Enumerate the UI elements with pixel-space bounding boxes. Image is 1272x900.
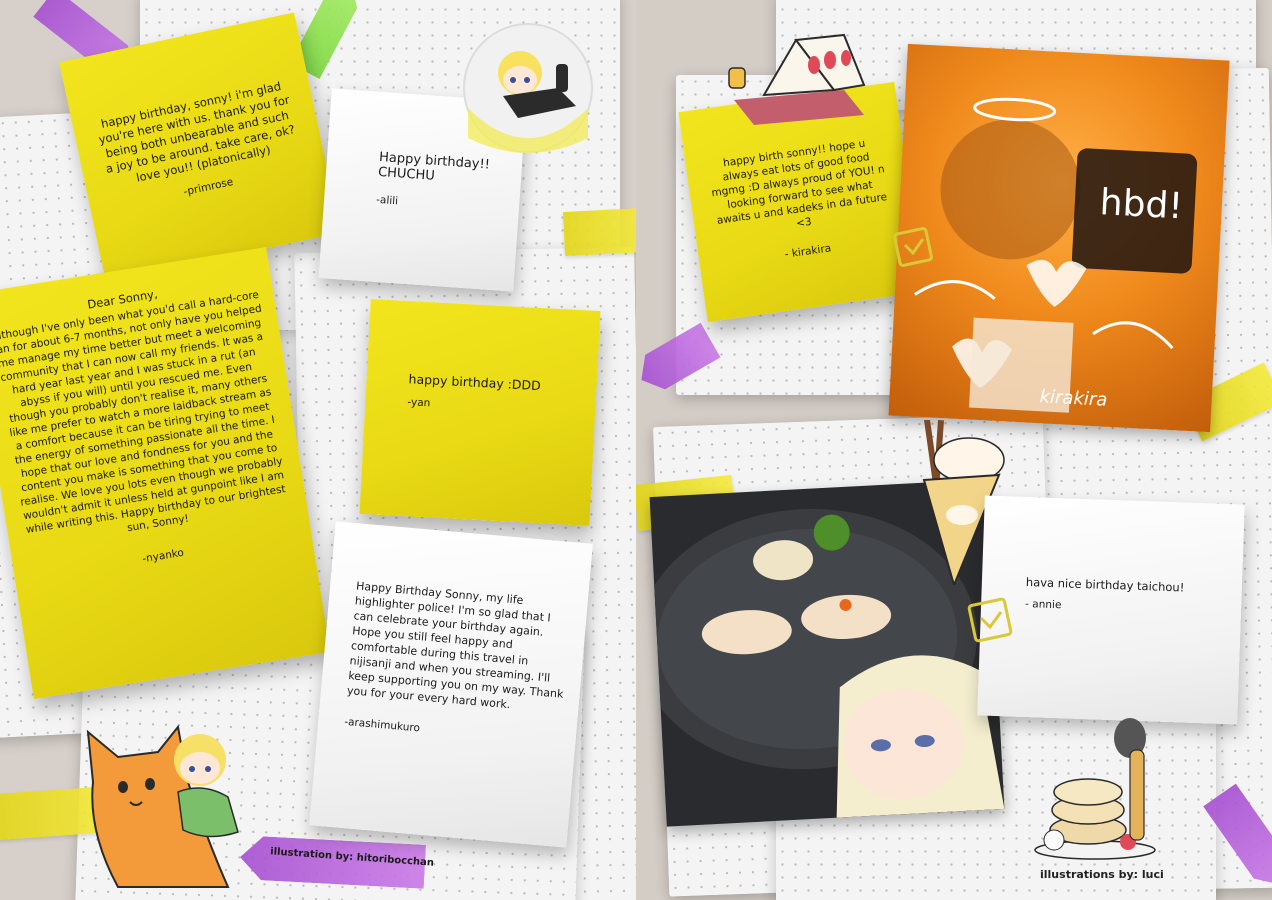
kirakira-tag: kirakira [1039, 386, 1108, 411]
illustration-credit: illustrations by: luci [1040, 868, 1164, 881]
hbd-photo: hbd! kirakira [888, 43, 1230, 433]
note-signature: - kirakira [784, 242, 832, 261]
note-text: Although I've only been what you'd call … [0, 288, 287, 537]
stamp-icon [891, 225, 935, 269]
note-text: happy birthday :DDD [408, 371, 542, 394]
chibi-badge-sticker [458, 18, 598, 158]
orange-cat-sticker [78, 712, 268, 892]
left-page: illustration by: hitoribocchan happy bir… [0, 0, 636, 900]
note-yan: happy birthday :DDD -yan [359, 299, 601, 526]
hbd-text: hbd! [1098, 182, 1184, 228]
right-page: happy birth sonny!! hope u always eat lo… [636, 0, 1272, 900]
note-text: happy birth sonny!! hope u always eat lo… [710, 137, 888, 230]
pancake-icon [1030, 710, 1160, 860]
stamp-icon [966, 596, 1014, 644]
note-signature: -arashimukuro [343, 715, 421, 735]
strawberry-sandwich-icon [724, 30, 869, 125]
note-annie: hava nice birthday taichou! - annie [977, 495, 1245, 725]
note-text: hava nice birthday taichou! [1025, 575, 1185, 595]
note-signature: -alili [375, 193, 399, 208]
note-signature: - annie [1024, 598, 1062, 612]
note-text: Happy Birthday Sonny, my life highlighte… [346, 579, 564, 712]
note-signature: -yan [407, 396, 431, 410]
yellow-tab [562, 207, 636, 257]
note-arashimukuro: Happy Birthday Sonny, my life highlighte… [309, 521, 593, 848]
